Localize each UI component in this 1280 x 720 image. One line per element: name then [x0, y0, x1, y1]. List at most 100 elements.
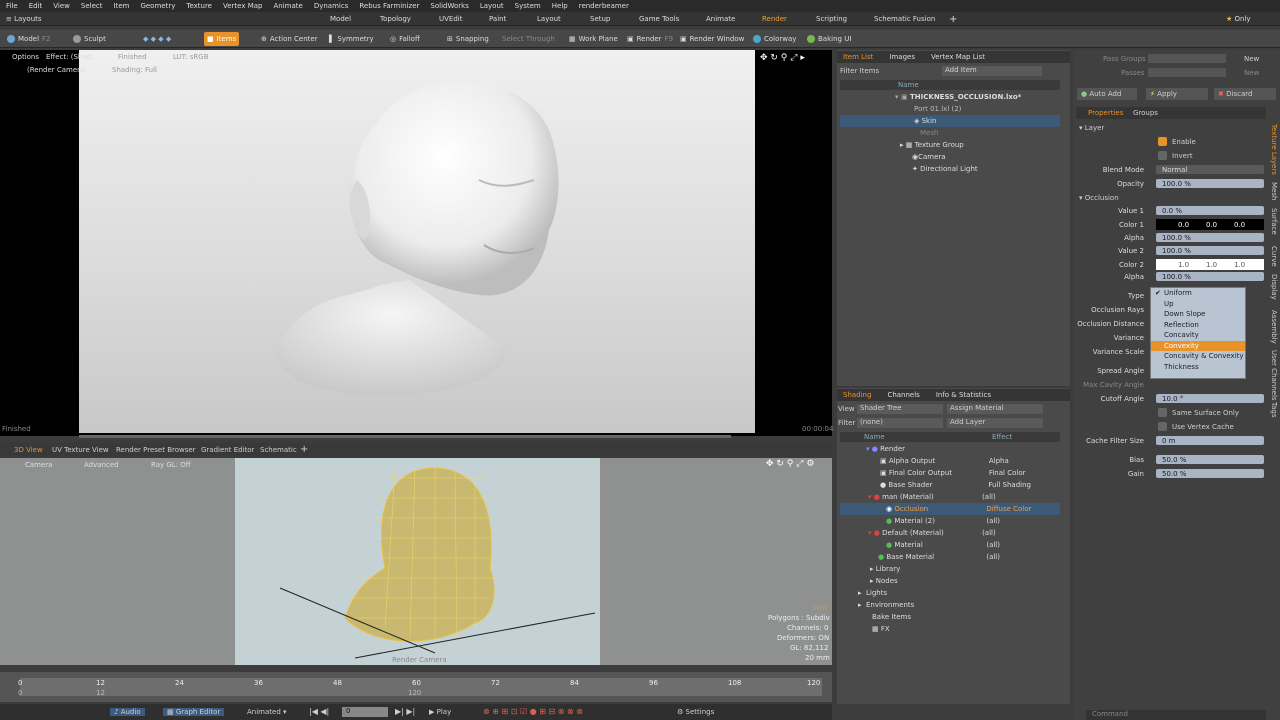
tab-render[interactable]: Render: [762, 13, 787, 25]
menu-vertex-map[interactable]: Vertex Map: [223, 2, 263, 10]
shader-row-occlusion[interactable]: ◉ Occlusion Diffuse Color: [840, 503, 1060, 515]
color2-g[interactable]: 1.0: [1206, 261, 1217, 269]
shader-row[interactable]: ▾ ● Default (Material) (all): [840, 527, 1060, 539]
tab-uv-texture-view[interactable]: UV Texture View: [52, 446, 109, 454]
cutoff-angle-field[interactable]: 10.0 °: [1156, 394, 1264, 403]
tab-groups[interactable]: Groups: [1133, 109, 1158, 117]
menu-edit[interactable]: Edit: [29, 2, 43, 10]
falloff-button[interactable]: ◎ Falloff: [387, 32, 423, 46]
passes-field[interactable]: [1148, 68, 1226, 77]
colorway-button[interactable]: Colorway: [750, 32, 799, 46]
shader-row[interactable]: ▾ ● man (Material) (all): [840, 491, 1060, 503]
shader-row[interactable]: ▾ ● Render: [840, 443, 1060, 455]
vertex-cache-checkbox[interactable]: [1158, 422, 1167, 431]
side-tab-display[interactable]: Display: [1270, 274, 1278, 300]
shader-tree-dropdown[interactable]: Shader Tree: [857, 404, 943, 414]
tab-vertex-map-list[interactable]: Vertex Map List: [931, 53, 985, 61]
tab-model[interactable]: Model: [330, 13, 351, 25]
settings-button[interactable]: ⚙ Settings: [677, 708, 714, 716]
side-tab-user-channels[interactable]: User Channels: [1270, 350, 1278, 401]
selection-mode-icons[interactable]: ◆ ◆ ◆ ◆: [140, 32, 174, 46]
menu-texture[interactable]: Texture: [186, 2, 212, 10]
render-window-button[interactable]: ▣ Render Window: [677, 32, 747, 46]
shader-row[interactable]: ● Base Material (all): [840, 551, 1060, 563]
menu-system[interactable]: System: [515, 2, 541, 10]
tab-item-list[interactable]: Item List: [843, 53, 873, 61]
shading-dropdown[interactable]: Shading: Full: [112, 66, 157, 74]
color1-r[interactable]: 0.0: [1178, 221, 1189, 229]
menu-help[interactable]: Help: [552, 2, 568, 10]
new-pass-group-button[interactable]: New: [1244, 55, 1259, 63]
menu-animate[interactable]: Animate: [273, 2, 302, 10]
gain-field[interactable]: 50.0 %: [1156, 469, 1264, 478]
color2-r[interactable]: 1.0: [1178, 261, 1189, 269]
alpha1-field[interactable]: 100.0 %: [1156, 233, 1264, 242]
sculpt-button[interactable]: Sculpt: [70, 32, 109, 46]
key-icons[interactable]: ⊗ ⊕ ⊞ ⊡ ☑ ● ⊞ ⊟ ⊗ ⊗ ⊗: [483, 707, 583, 716]
alpha2-field[interactable]: 100.0 %: [1156, 272, 1264, 281]
item-row-mesh[interactable]: Mesh: [840, 127, 1060, 139]
type-option-convexity[interactable]: Convexity: [1151, 340, 1245, 351]
shader-row[interactable]: ● Material (2) (all): [840, 515, 1060, 527]
menu-solidworks[interactable]: SolidWorks: [430, 2, 468, 10]
render-camera-dropdown[interactable]: (Render Camera): [27, 66, 87, 74]
baking-ui-button[interactable]: Baking UI: [804, 32, 854, 46]
type-option-reflection[interactable]: Reflection: [1151, 320, 1245, 331]
add-item-dropdown[interactable]: Add Item: [942, 66, 1042, 76]
item-row-light[interactable]: ✦ Directional Light: [840, 163, 1060, 175]
invert-checkbox[interactable]: [1158, 151, 1167, 160]
discard-button[interactable]: ✖ Discard: [1214, 88, 1276, 100]
render-button[interactable]: ▣ Render F9: [624, 32, 676, 46]
type-option-concavity-convexity[interactable]: Concavity & Convexity: [1151, 351, 1245, 362]
layouts-button[interactable]: ≡ Layouts: [6, 13, 42, 25]
3d-nav-icons[interactable]: ✥ ↻ ⚲ ⤢ ⚙: [766, 459, 814, 469]
tab-paint[interactable]: Paint: [489, 13, 506, 25]
tab-3d-view[interactable]: 3D View: [14, 446, 43, 454]
menu-select[interactable]: Select: [81, 2, 103, 10]
shader-row[interactable]: ▸ Lights: [840, 587, 1060, 599]
bias-field[interactable]: 50.0 %: [1156, 455, 1264, 464]
add-tab-icon[interactable]: +: [949, 13, 957, 25]
tab-layout[interactable]: Layout: [537, 13, 561, 25]
render-effect-dropdown[interactable]: Effect: (Shadi...: [46, 53, 100, 61]
menu-dynamics[interactable]: Dynamics: [314, 2, 349, 10]
tab-schematic-fusion[interactable]: Schematic Fusion: [874, 13, 935, 25]
advanced-dropdown[interactable]: Advanced: [84, 461, 119, 469]
menu-layout[interactable]: Layout: [480, 2, 504, 10]
tab-properties[interactable]: Properties: [1088, 109, 1123, 117]
shader-row[interactable]: ▸ Nodes: [840, 575, 1060, 587]
item-row-scene[interactable]: ▾ ▣ THICKNESS_OCCLUSION.lxo*: [840, 91, 1060, 103]
color2-b[interactable]: 1.0: [1234, 261, 1245, 269]
side-tab-mesh[interactable]: Mesh: [1270, 182, 1278, 200]
value2-field[interactable]: 100.0 %: [1156, 246, 1264, 255]
color1-g[interactable]: 0.0: [1206, 221, 1217, 229]
lut-dropdown[interactable]: LUT: sRGB: [173, 53, 209, 61]
shader-row[interactable]: ● Material (all): [840, 539, 1060, 551]
render-options-button[interactable]: Options: [12, 53, 39, 61]
color1-b[interactable]: 0.0: [1234, 221, 1245, 229]
menu-geometry[interactable]: Geometry: [140, 2, 175, 10]
type-option-uniform[interactable]: ✔ Uniform: [1151, 288, 1245, 299]
play-button[interactable]: ▶ Play: [429, 708, 451, 716]
cache-filter-field[interactable]: 0 m: [1156, 436, 1264, 445]
tab-render-preset-browser[interactable]: Render Preset Browser: [116, 446, 196, 454]
item-row-port[interactable]: Port 01.lxl (2): [840, 103, 1060, 115]
forward-icons[interactable]: ▶| ▶|: [395, 707, 415, 716]
type-option-up[interactable]: Up: [1151, 299, 1245, 310]
same-surface-checkbox[interactable]: [1158, 408, 1167, 417]
work-plane-button[interactable]: ▦ Work Plane: [566, 32, 621, 46]
color1-swatch[interactable]: 0.0 0.0 0.0: [1156, 219, 1264, 230]
shader-row[interactable]: Bake Items: [840, 611, 1060, 623]
enable-checkbox[interactable]: [1158, 137, 1167, 146]
opacity-field[interactable]: 100.0 %: [1156, 179, 1264, 188]
tab-game-tools[interactable]: Game Tools: [639, 13, 679, 25]
viewport-nav-icons[interactable]: ✥ ↻ ⚲ ⤢ ▸: [760, 53, 805, 63]
snapping-button[interactable]: ⊞ Snapping: [444, 32, 492, 46]
tab-topology[interactable]: Topology: [380, 13, 411, 25]
assign-material-dropdown[interactable]: Assign Material: [947, 404, 1043, 414]
side-tab-texture-layers[interactable]: Texture Layers: [1270, 124, 1278, 175]
tab-uvedit[interactable]: UVEdit: [439, 13, 462, 25]
rewind-icons[interactable]: |◀ ◀|: [309, 707, 329, 716]
side-tab-tags[interactable]: Tags: [1270, 402, 1278, 418]
items-button[interactable]: ■ Items: [204, 32, 240, 46]
